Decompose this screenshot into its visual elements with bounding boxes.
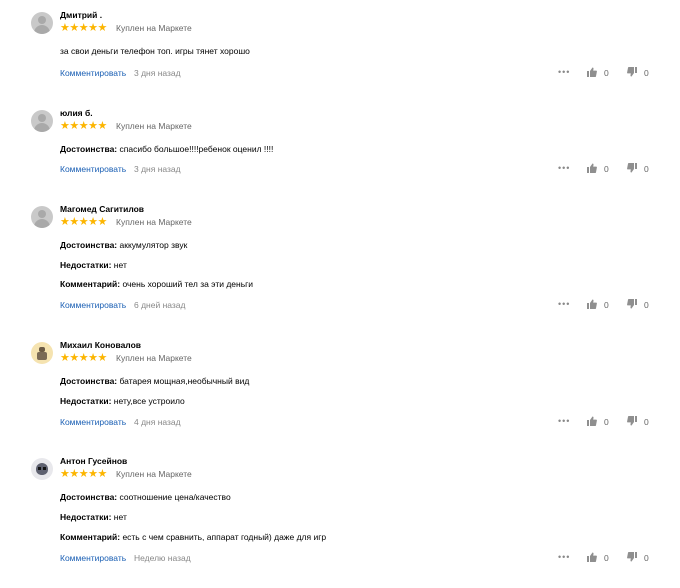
review-field-text: нет (111, 260, 127, 270)
more-dots-icon[interactable]: ••• (558, 415, 570, 427)
review-field-label: Недостатки: (60, 512, 112, 522)
reviewer-name[interactable]: Михаил Коновалов (60, 340, 141, 350)
reviewer-name[interactable]: юлия б. (60, 108, 93, 118)
review-text-line: Недостатки: нет (60, 511, 127, 523)
avatar[interactable] (31, 12, 53, 34)
like-count: 0 (604, 300, 609, 310)
review-date: 6 дней назад (134, 300, 186, 310)
review-date: 3 дня назад (134, 164, 181, 174)
thumb-down-icon[interactable] (627, 299, 637, 309)
comment-link[interactable]: Комментировать (60, 163, 126, 175)
purchase-badge: Куплен на Маркете (116, 23, 192, 33)
avatar[interactable] (31, 458, 53, 480)
review-item: Дмитрий . ★★★★★ Куплен на Маркете за свои д… (0, 10, 680, 83)
thumb-down-icon[interactable] (627, 67, 637, 77)
review-date: Неделю назад (134, 553, 191, 563)
thumb-down-icon[interactable] (627, 416, 637, 426)
like-count: 0 (604, 164, 609, 174)
review-field-text: есть с чем сравнить, аппарат годный) даж… (120, 532, 327, 542)
review-date: 3 дня назад (134, 68, 181, 78)
dislike-count: 0 (644, 164, 649, 174)
thumb-up-icon[interactable] (587, 67, 597, 77)
like-count: 0 (604, 553, 609, 563)
avatar[interactable] (31, 342, 53, 364)
purchase-badge: Куплен на Маркете (116, 217, 192, 227)
thumb-down-icon[interactable] (627, 163, 637, 173)
review-field-text: спасибо большое!!!!ребенок оценил !!!! (117, 144, 274, 154)
review-field-label: Недостатки: (60, 260, 112, 270)
review-text-line: Достоинства: аккумулятор звук (60, 239, 187, 251)
review-text-line: Достоинства: соотношение цена/качество (60, 491, 231, 503)
review-item: Антон Гусейнов ★★★★★ Куплен на Маркете Дост… (0, 456, 680, 568)
review-field-label: Комментарий: (60, 532, 121, 542)
review-field-label: Достоинства: (60, 240, 118, 250)
review-field-text: за свои деньги телефон топ. игры тянет х… (60, 46, 250, 56)
purchase-badge: Куплен на Маркете (116, 469, 192, 479)
thumb-up-icon[interactable] (587, 552, 597, 562)
reviewer-name[interactable]: Антон Гусейнов (60, 456, 127, 466)
rating-stars: ★★★★★ (60, 352, 107, 364)
review-field-label: Недостатки: (60, 396, 112, 406)
like-count: 0 (604, 417, 609, 427)
comment-link[interactable]: Комментировать (60, 416, 126, 428)
review-field-text: аккумулятор звук (117, 240, 188, 250)
like-count: 0 (604, 68, 609, 78)
review-text-line: Достоинства: спасибо большое!!!!ребенок … (60, 143, 273, 155)
review-footer: Комментировать 6 дней назад ••• 0 0 (0, 299, 680, 313)
comment-link[interactable]: Комментировать (60, 67, 126, 79)
purchase-badge: Куплен на Маркете (116, 353, 192, 363)
review-text-line: Недостатки: нету,все устроило (60, 395, 185, 407)
comment-link[interactable]: Комментировать (60, 299, 126, 311)
more-dots-icon[interactable]: ••• (558, 551, 570, 563)
thumb-up-icon[interactable] (587, 163, 597, 173)
review-text-line: Достоинства: батарея мощная,необычный ви… (60, 375, 249, 387)
more-dots-icon[interactable]: ••• (558, 298, 570, 310)
purchase-badge: Куплен на Маркете (116, 121, 192, 131)
review-footer: Комментировать 4 дня назад ••• 0 0 (0, 416, 680, 430)
review-footer: Комментировать 3 дня назад ••• 0 0 (0, 67, 680, 81)
rating-stars: ★★★★★ (60, 120, 107, 132)
review-item: юлия б. ★★★★★ Куплен на Маркете Достоинства… (0, 108, 680, 179)
thumb-down-icon[interactable] (627, 552, 637, 562)
review-field-text: очень хороший тел за эти деньги (120, 279, 253, 289)
review-field-text: нету,все устроило (111, 396, 185, 406)
review-text-line: Комментарий: есть с чем сравнить, аппара… (60, 531, 326, 543)
review-field-text: нет (111, 512, 127, 522)
more-dots-icon[interactable]: ••• (558, 162, 570, 174)
reviewer-name[interactable]: Дмитрий . (60, 10, 102, 20)
review-field-label: Комментарий: (60, 279, 121, 289)
review-item: Михаил Коновалов ★★★★★ Куплен на Маркете До… (0, 340, 680, 432)
reviewer-name[interactable]: Магомед Сагитилов (60, 204, 144, 214)
review-text-line: Комментарий: очень хороший тел за эти де… (60, 278, 253, 290)
review-footer: Комментировать 3 дня назад ••• 0 0 (0, 163, 680, 177)
dislike-count: 0 (644, 417, 649, 427)
review-field-label: Достоинства: (60, 376, 118, 386)
rating-stars: ★★★★★ (60, 22, 107, 34)
review-field-label: Достоинства: (60, 492, 118, 502)
rating-stars: ★★★★★ (60, 468, 107, 480)
avatar[interactable] (31, 206, 53, 228)
dislike-count: 0 (644, 68, 649, 78)
rating-stars: ★★★★★ (60, 216, 107, 228)
review-field-text: соотношение цена/качество (117, 492, 231, 502)
review-text-line: за свои деньги телефон топ. игры тянет х… (60, 45, 250, 57)
comment-link[interactable]: Комментировать (60, 552, 126, 564)
more-dots-icon[interactable]: ••• (558, 66, 570, 78)
avatar[interactable] (31, 110, 53, 132)
review-date: 4 дня назад (134, 417, 181, 427)
review-field-label: Достоинства: (60, 144, 118, 154)
review-field-text: батарея мощная,необычный вид (117, 376, 250, 386)
review-item: Магомед Сагитилов ★★★★★ Куплен на Маркете Д… (0, 204, 680, 315)
dislike-count: 0 (644, 553, 649, 563)
thumb-up-icon[interactable] (587, 416, 597, 426)
thumb-up-icon[interactable] (587, 299, 597, 309)
dislike-count: 0 (644, 300, 649, 310)
review-text-line: Недостатки: нет (60, 259, 127, 271)
review-footer: Комментировать Неделю назад ••• 0 0 (0, 552, 680, 566)
